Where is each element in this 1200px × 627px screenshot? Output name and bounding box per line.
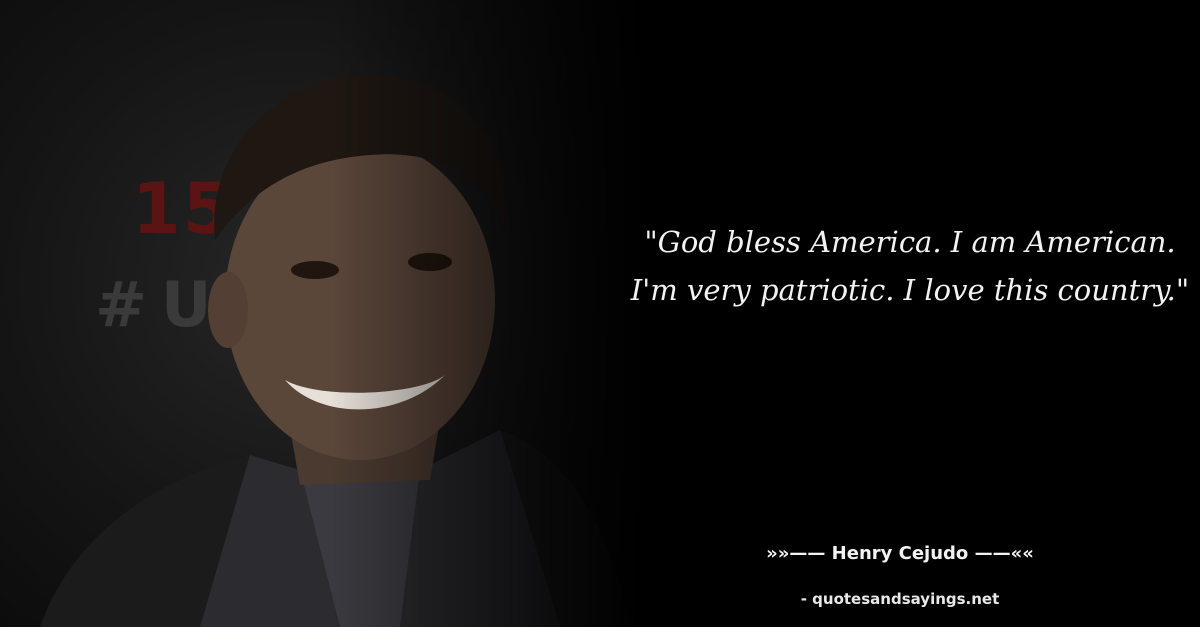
photo-fade-overlay <box>330 0 640 627</box>
quote-card: 15 #UF "God bless America. I am American… <box>0 0 1200 627</box>
source-link[interactable]: - quotesandsayings.net <box>700 590 1100 608</box>
author-line: »»—— Henry Cejudo ——«« <box>766 543 1034 564</box>
portrait-photo: 15 #UF <box>0 0 640 627</box>
quote-text: "God bless America. I am American. I'm v… <box>630 225 1190 307</box>
